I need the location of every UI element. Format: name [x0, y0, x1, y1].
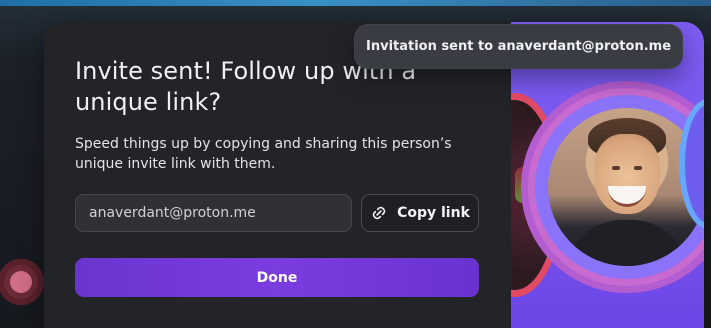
- top-accent-strip: [0, 0, 711, 6]
- invite-email-value: anaverdant@proton.me: [89, 205, 256, 221]
- done-button[interactable]: Done: [75, 258, 479, 297]
- portrait-photo: [548, 108, 704, 266]
- background-avatar: [0, 259, 44, 305]
- background-avatar-center: [10, 271, 32, 293]
- invite-email-field[interactable]: anaverdant@proton.me: [75, 194, 352, 232]
- modal-description: Speed things up by copying and sharing t…: [75, 136, 452, 172]
- portrait-eye-left: [612, 166, 620, 170]
- done-button-label: Done: [256, 269, 298, 286]
- copy-link-label: Copy link: [397, 205, 470, 221]
- portrait-eye-right: [634, 166, 642, 170]
- left-avatar-photo: [515, 167, 533, 203]
- portrait-ring: [535, 95, 704, 279]
- toast-message: Invitation sent to anaverdant@proton.me: [366, 39, 672, 54]
- invitation-toast: Invitation sent to anaverdant@proton.me: [354, 24, 683, 69]
- copy-link-button[interactable]: Copy link: [361, 194, 479, 232]
- portrait-shirt: [566, 220, 688, 266]
- link-icon: [370, 204, 388, 222]
